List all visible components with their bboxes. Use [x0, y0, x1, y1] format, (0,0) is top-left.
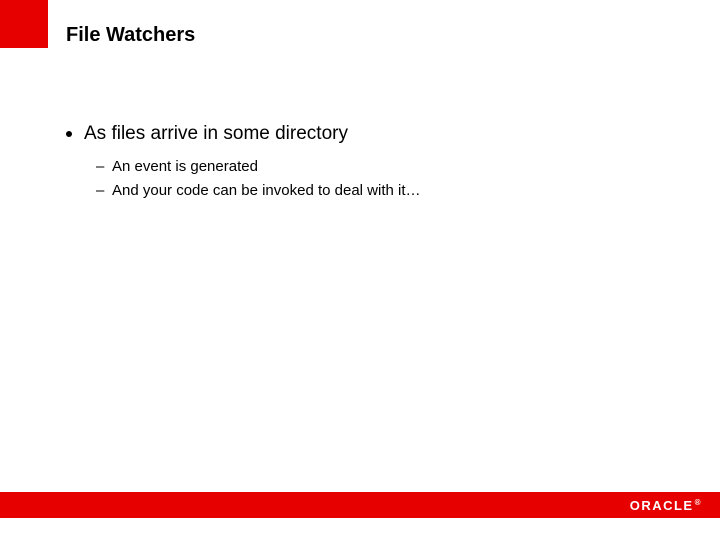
registered-mark: ®: [695, 498, 702, 507]
sub-item: – An event is generated: [96, 157, 680, 177]
dash-icon: –: [96, 181, 106, 201]
bullet-text: As files arrive in some directory: [84, 122, 348, 147]
bullet-item: As files arrive in some directory: [66, 122, 680, 147]
sub-item: – And your code can be invoked to deal w…: [96, 181, 680, 201]
bullet-icon: [66, 131, 72, 137]
slide: File Watchers As files arrive in some di…: [0, 0, 720, 540]
slide-title: File Watchers: [66, 24, 195, 47]
sub-text: An event is generated: [112, 157, 258, 177]
oracle-logo: ORACLE®: [630, 498, 702, 513]
footer-bar: ORACLE®: [0, 492, 720, 518]
dash-icon: –: [96, 157, 106, 177]
corner-accent: [0, 0, 48, 48]
logo-text: ORACLE: [630, 498, 694, 513]
sub-list: – An event is generated – And your code …: [96, 157, 680, 202]
sub-text: And your code can be invoked to deal wit…: [112, 181, 421, 201]
content-area: As files arrive in some directory – An e…: [66, 122, 680, 205]
